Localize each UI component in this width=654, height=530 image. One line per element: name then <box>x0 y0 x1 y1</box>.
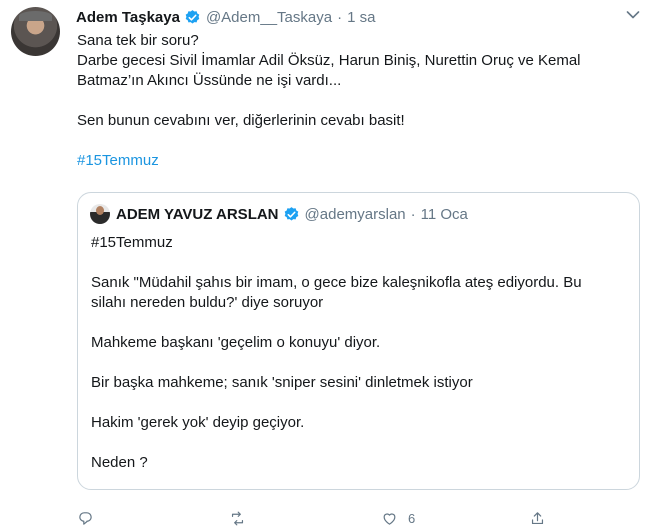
chevron-down-icon[interactable] <box>626 10 640 20</box>
share-button[interactable] <box>529 510 546 527</box>
quoted-tweet-text: #15Temmuz Sanık "Müdahil şahıs bir imam,… <box>91 233 631 473</box>
reply-button[interactable] <box>77 510 94 527</box>
quoted-tweet-header: ADEM YAVUZ ARSLAN @ademyarslan · 11 Oca <box>90 204 468 224</box>
tweet-text-line: Sen bunun cevabını ver, diğerlerinin cev… <box>77 112 405 129</box>
tweet-timestamp[interactable]: 1 sa <box>347 9 375 26</box>
tweet-text: Sana tek bir soru? Darbe gecesi Sivil İm… <box>77 31 637 171</box>
author-handle[interactable]: @Adem__Taskaya <box>206 9 332 26</box>
tweet-text-line: Sana tek bir soru? <box>77 32 199 49</box>
like-icon <box>383 513 396 525</box>
quoted-text-line: Sanık "Müdahil şahıs bir imam, o gece bi… <box>91 274 582 291</box>
like-button[interactable]: 6 <box>381 510 415 527</box>
reply-icon <box>79 512 92 525</box>
quoted-text-line: Hakim 'gerek yok' deyip geçiyor. <box>91 414 305 431</box>
author-avatar[interactable] <box>11 7 60 56</box>
retweet-icon <box>231 511 244 526</box>
tweet-text-line: Darbe gecesi Sivil İmamlar Adil Öksüz, H… <box>77 52 581 69</box>
quoted-text-line: Neden ? <box>91 454 148 471</box>
quoted-text-line: Mahkeme başkanı 'geçelim o konuyu' diyor… <box>91 334 381 351</box>
quoted-text-line: silahı nereden buldu?' diye soruyor <box>91 294 324 311</box>
retweet-button[interactable] <box>229 510 246 527</box>
header-separator: · <box>410 205 416 223</box>
like-count: 6 <box>408 511 416 526</box>
quoted-author-handle: @ademyarslan <box>304 205 406 223</box>
quoted-hashtag: #15Temmuz <box>91 234 173 251</box>
quoted-author-avatar <box>90 204 110 224</box>
tweet-actions: 6 <box>77 510 557 530</box>
tweet[interactable]: Adem Taşkaya @Adem__Taskaya · 1 sa Sana … <box>0 0 654 530</box>
author-name[interactable]: Adem Taşkaya <box>76 9 180 26</box>
quoted-tweet-timestamp: 11 Oca <box>420 205 468 223</box>
quoted-author-name: ADEM YAVUZ ARSLAN <box>116 205 279 223</box>
hashtag-link[interactable]: #15Temmuz <box>77 151 637 171</box>
verified-badge-icon <box>284 206 298 221</box>
tweet-text-line: Batmaz’ın Akıncı Üssünde ne işi vardı... <box>77 72 342 89</box>
tweet-header: Adem Taşkaya @Adem__Taskaya · 1 sa <box>76 6 375 28</box>
share-icon <box>531 512 544 525</box>
header-separator: · <box>337 8 343 26</box>
quoted-text-line: Bir başka mahkeme; sanık 'sniper sesini'… <box>91 374 473 391</box>
verified-badge-icon <box>185 9 200 24</box>
quoted-tweet[interactable]: ADEM YAVUZ ARSLAN @ademyarslan · 11 Oca … <box>77 192 640 490</box>
